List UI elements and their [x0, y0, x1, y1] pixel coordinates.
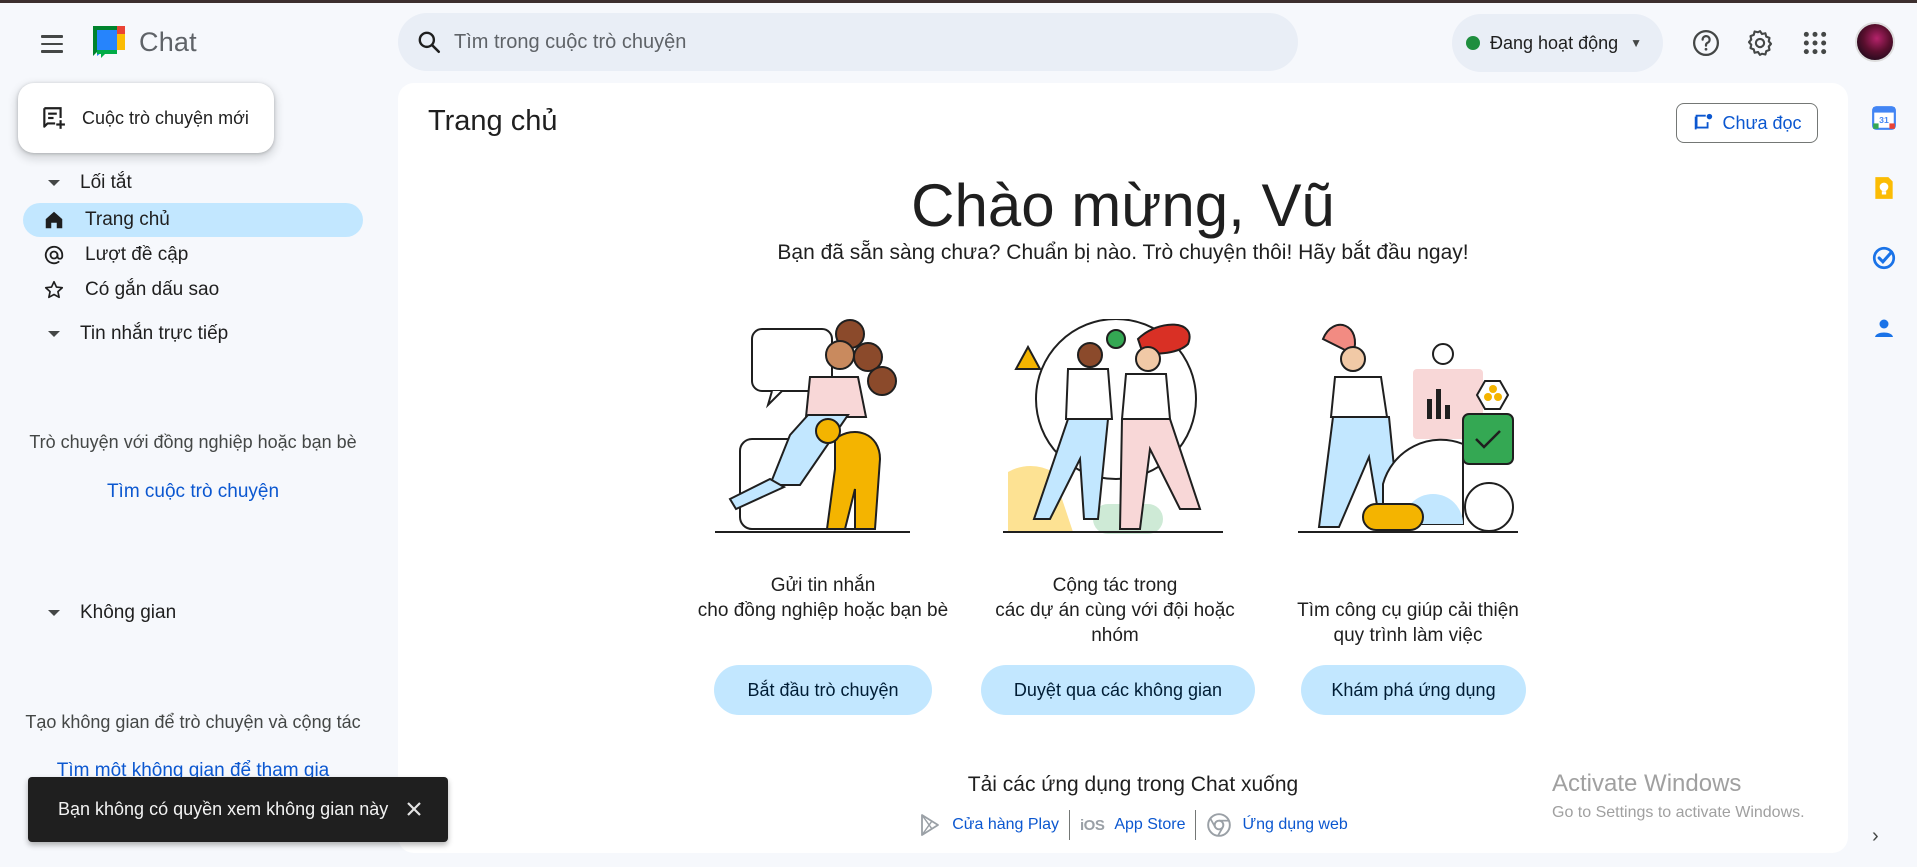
play-store-link[interactable]: Cửa hàng Play	[908, 813, 1069, 837]
dm-empty-text: Trò chuyện với đồng nghiệp hoặc bạn bè	[29, 432, 357, 452]
chat-logo-icon	[93, 26, 125, 58]
sidebar-item-label: Có gắn dấu sao	[85, 279, 220, 300]
ios-icon: iOS	[1079, 816, 1105, 834]
app-store-label: App Store	[1114, 816, 1186, 833]
play-store-icon	[921, 814, 940, 836]
main-menu-icon[interactable]	[36, 28, 68, 60]
at-sign-icon	[43, 244, 65, 266]
section-shortcuts-title: Lối tắt	[80, 172, 132, 193]
account-avatar[interactable]	[1855, 22, 1895, 62]
app-logo[interactable]: Chat	[89, 22, 197, 62]
keep-icon[interactable]	[1870, 174, 1898, 202]
tools-illustration	[1298, 323, 1518, 533]
section-dm-title: Tin nhắn trực tiếp	[80, 323, 229, 344]
browse-spaces-button[interactable]: Duyệt qua các không gian	[981, 665, 1255, 715]
start-chat-button[interactable]: Bắt đầu trò chuyện	[714, 665, 932, 715]
collapse-triangle-icon	[48, 331, 60, 337]
expand-panel-chevron-icon[interactable]: ›	[1872, 825, 1879, 848]
web-app-link[interactable]: Ứng dụng web	[1196, 812, 1357, 838]
contacts-icon[interactable]	[1870, 314, 1898, 342]
play-store-label: Cửa hàng Play	[952, 816, 1059, 833]
snackbar-message: Bạn không có quyền xem không gian này	[58, 799, 389, 819]
settings-gear-icon[interactable]	[1741, 24, 1779, 62]
new-chat-icon	[43, 107, 65, 129]
apps-grid-icon[interactable]	[1796, 24, 1834, 62]
welcome-heading: Chào mừng, Vũ	[911, 172, 1335, 239]
section-spaces[interactable]: Không gian	[40, 602, 176, 624]
calendar-icon[interactable]: 31	[1870, 104, 1898, 132]
collapse-triangle-icon	[48, 610, 60, 616]
home-icon	[43, 209, 65, 231]
section-direct-messages[interactable]: Tin nhắn trực tiếp	[40, 323, 228, 345]
search-input[interactable]	[454, 30, 1254, 54]
main-content: Trang chủ Chưa đọc Chào mừng, Vũ Bạn đã …	[398, 83, 1848, 853]
close-icon[interactable]	[400, 795, 428, 823]
section-shortcuts[interactable]: Lối tắt	[40, 172, 132, 194]
app-store-link[interactable]: iOS App Store	[1070, 816, 1196, 834]
page-title: Trang chủ	[428, 105, 558, 137]
status-dot-icon	[1466, 36, 1480, 50]
svg-text:31: 31	[1879, 115, 1889, 125]
tasks-icon[interactable]	[1870, 244, 1898, 272]
help-icon[interactable]	[1687, 24, 1725, 62]
feature-tools-text: Tìm công cụ giúp cải thiện quy trình làm…	[1297, 600, 1519, 646]
explore-apps-button[interactable]: Khám phá ứng dụng	[1301, 665, 1526, 715]
search-icon	[418, 31, 441, 54]
unread-chat-icon	[1695, 113, 1713, 130]
feature-collaborate-text: Cộng tác trong các dự án cùng với đội ho…	[995, 575, 1235, 646]
chevron-down-icon: ▼	[1630, 36, 1642, 50]
sidebar-item-home[interactable]: Trang chủ	[23, 203, 363, 237]
sidebar-item-mentions[interactable]: Lượt đề cập	[23, 238, 363, 272]
new-chat-button[interactable]: Cuộc trò chuyện mới	[18, 83, 274, 153]
unread-label: Chưa đọc	[1722, 112, 1802, 133]
status-dropdown[interactable]: Đang hoạt động ▼	[1452, 14, 1663, 72]
sidebar-item-label: Lượt đề cập	[85, 244, 189, 265]
messaging-illustration	[715, 319, 910, 533]
search-bar[interactable]	[398, 13, 1298, 71]
welcome-tagline: Bạn đã sẵn sàng chưa? Chuẩn bị nào. Trò …	[777, 241, 1469, 264]
window-top-border	[0, 0, 1917, 3]
windows-activation-watermark: Activate Windows Go to Settings to activ…	[1552, 770, 1805, 821]
status-label: Đang hoạt động	[1490, 32, 1619, 53]
snackbar-notification: Bạn không có quyền xem không gian này	[28, 777, 448, 842]
feature-messaging-text: Gửi tin nhắn cho đồng nghiệp hoặc bạn bè	[697, 575, 949, 621]
sidebar-item-label: Trang chủ	[85, 209, 170, 230]
spaces-empty-text: Tạo không gian để trò chuyện và cộng tác	[25, 712, 361, 732]
chrome-icon	[1207, 813, 1232, 837]
sidebar-item-starred[interactable]: Có gắn dấu sao	[23, 273, 363, 307]
star-icon	[43, 279, 65, 301]
find-chat-link[interactable]: Tìm cuộc trò chuyện	[18, 481, 368, 503]
collapse-triangle-icon	[48, 180, 60, 186]
collaborate-illustration	[1003, 319, 1223, 534]
section-spaces-title: Không gian	[80, 602, 177, 623]
new-chat-label: Cuộc trò chuyện mới	[82, 107, 249, 128]
unread-filter-button[interactable]: Chưa đọc	[1676, 103, 1818, 143]
app-title: Chat	[139, 26, 197, 57]
web-app-label: Ứng dụng web	[1242, 816, 1348, 833]
